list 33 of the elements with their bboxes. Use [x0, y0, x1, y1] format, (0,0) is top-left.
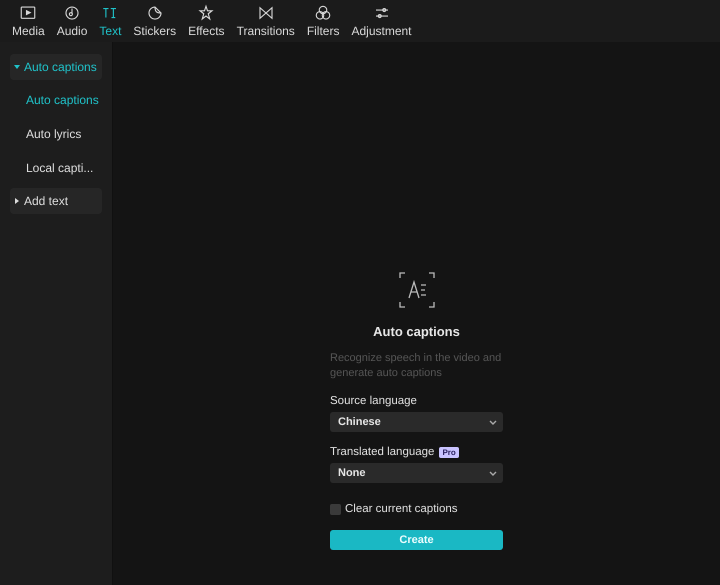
toolbar-tab[interactable]: Text: [93, 0, 128, 42]
bowtie-icon: [256, 4, 275, 22]
caret-down-icon: [14, 64, 20, 70]
caret-right-icon: [14, 198, 20, 204]
sidebar-item[interactable]: Auto captions: [10, 86, 102, 114]
toolbar-tab[interactable]: Effects: [182, 0, 231, 42]
field-label: Translated language: [330, 446, 434, 458]
checkbox-label: Clear current captions: [345, 503, 458, 515]
checkbox[interactable]: [330, 504, 341, 514]
sidebar-item[interactable]: Local capti...: [10, 154, 102, 182]
toolbar-tab[interactable]: Audio: [50, 0, 94, 42]
circles-icon: [314, 4, 332, 22]
captions-icon: [398, 272, 434, 308]
sidebar-group[interactable]: Add text: [10, 188, 102, 214]
language-dropdown[interactable]: None: [330, 463, 503, 483]
star-icon: [197, 4, 216, 22]
toolbar-tab[interactable]: Filters: [300, 0, 346, 42]
sticker-icon: [146, 4, 164, 22]
toolbar-tab[interactable]: Media: [6, 0, 51, 42]
pro-badge: Pro: [439, 446, 459, 458]
caret-icon: [489, 469, 497, 477]
sidebar-group[interactable]: Auto captions: [10, 54, 102, 80]
language-dropdown[interactable]: Chinese: [330, 412, 503, 432]
music-note-icon: [63, 4, 82, 22]
sidebar-item[interactable]: Auto lyrics: [10, 120, 102, 148]
toolbar-tab[interactable]: Transitions: [230, 0, 301, 42]
caret-icon: [489, 418, 497, 426]
panel-title: Auto captions: [373, 324, 460, 339]
panel-description: Recognize speech in the video and generate auto captions: [330, 351, 502, 381]
toolbar-tab[interactable]: Stickers: [127, 0, 182, 42]
toolbar-tab[interactable]: Adjustment: [345, 0, 418, 42]
field-label: Source language: [330, 395, 417, 407]
video-icon: [19, 4, 38, 22]
